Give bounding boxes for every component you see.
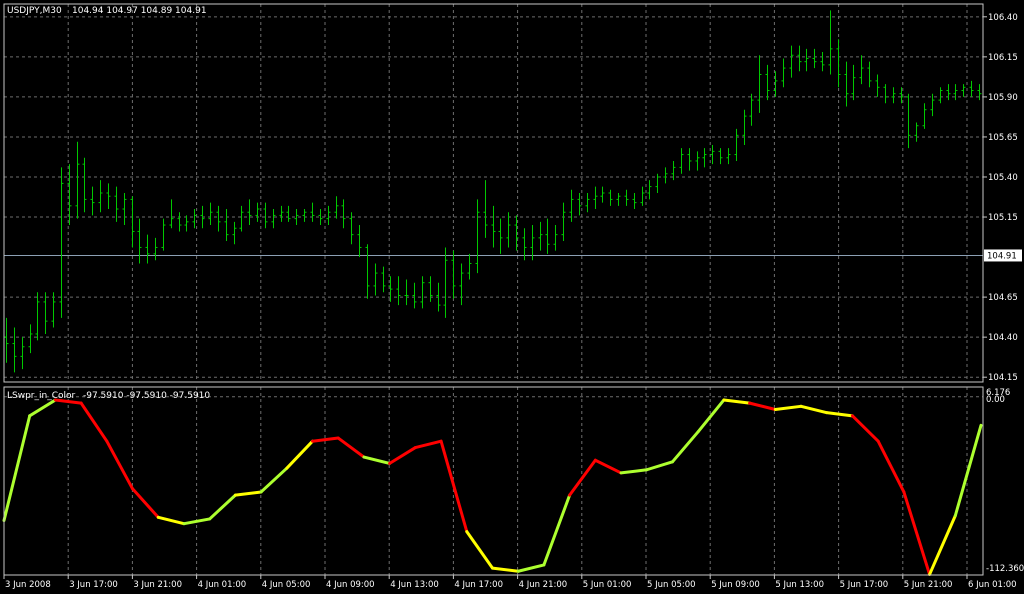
time-axis-label: 4 Jun 05:00 — [262, 580, 311, 590]
price-axis-label: 106.40 — [988, 13, 1018, 23]
time-axis-label: 5 Jun 05:00 — [647, 580, 696, 590]
time-axis-label: 4 Jun 09:00 — [326, 580, 375, 590]
price-axis-label: 106.15 — [988, 53, 1018, 63]
price-axis-label: 104.40 — [988, 333, 1018, 343]
symbol-title: USDJPY,M30 — [7, 6, 62, 16]
ohlc-readout: 104.94 104.97 104.89 104.91 — [72, 6, 207, 16]
price-axis-label: 105.40 — [988, 173, 1018, 183]
price-axis-label: 105.15 — [988, 213, 1018, 223]
price-axis-label: 105.90 — [988, 93, 1018, 103]
time-axis-label: 5 Jun 09:00 — [711, 580, 760, 590]
time-axis-label: 5 Jun 21:00 — [904, 580, 953, 590]
price-axis-label: 104.65 — [988, 293, 1018, 303]
indicator-values: -97.5910 -97.5910 -97.5910 — [83, 391, 210, 401]
indicator-title: LSwpr_in_Color — [7, 391, 76, 401]
oscillator-axis-label: 0.00 — [986, 395, 1005, 405]
time-axis-label: 5 Jun 01:00 — [583, 580, 632, 590]
time-axis-label: 3 Jun 21:00 — [133, 580, 182, 590]
time-axis-label: 4 Jun 21:00 — [519, 580, 568, 590]
time-axis-label: 4 Jun 13:00 — [390, 580, 439, 590]
time-axis-label: 5 Jun 17:00 — [840, 580, 889, 590]
time-axis-label: 6 Jun 01:00 — [968, 580, 1017, 590]
time-axis-label: 4 Jun 01:00 — [198, 580, 247, 590]
bid-price-label: 104.91 — [987, 251, 1017, 261]
price-axis-label: 104.15 — [988, 373, 1018, 383]
oscillator-axis-label: -112.360 — [986, 564, 1024, 574]
time-axis-label: 3 Jun 2008 — [5, 580, 51, 590]
time-axis-label: 5 Jun 13:00 — [775, 580, 824, 590]
time-axis-label: 3 Jun 17:00 — [69, 580, 118, 590]
price-axis-label: 105.65 — [988, 133, 1018, 143]
time-axis-label: 4 Jun 17:00 — [454, 580, 503, 590]
chart-window: 106.40 106.15 105.90 105.65 105.40 105.15 104.… — [0, 0, 1024, 594]
